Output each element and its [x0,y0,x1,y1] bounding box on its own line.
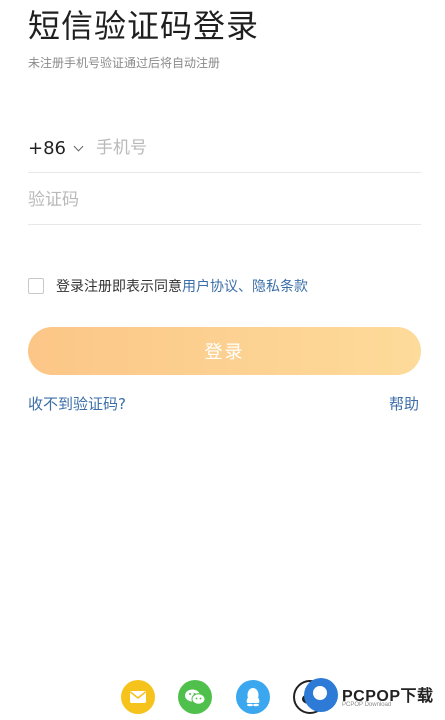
pcpop-watermark: PCPOP下载 PCPOP Download [300,676,445,720]
help-link[interactable]: 帮助 [389,393,419,414]
chevron-down-icon [73,141,84,151]
page-title: 短信验证码登录 [28,7,260,45]
agreement-separator: 、 [238,279,252,295]
qq-icon [246,688,260,707]
verification-code-input[interactable] [28,190,421,210]
privacy-policy-link[interactable]: 隐私条款 [252,276,308,296]
country-code-label: +86 [28,137,66,159]
qq-login-button[interactable] [236,680,270,714]
phone-row: +86 [28,124,421,173]
no-code-link[interactable]: 收不到验证码? [28,393,126,414]
country-code-selector[interactable]: +86 [28,137,84,159]
agreement-row: 登录注册即表示同意 用户协议 、 隐私条款 [28,276,308,296]
wechat-icon [185,689,206,705]
login-button[interactable]: 登录 [28,327,421,375]
code-row [28,176,421,225]
watermark-sub: PCPOP Download [342,702,392,708]
agreement-prefix: 登录注册即表示同意 [56,279,182,295]
mail-icon [130,691,146,703]
user-agreement-link[interactable]: 用户协议 [182,276,238,296]
pcpop-logo-icon [304,678,338,712]
page-subtitle: 未注册手机号验证通过后将自动注册 [28,56,221,70]
wechat-login-button[interactable] [178,680,212,714]
agreement-checkbox[interactable] [28,278,44,294]
phone-input[interactable] [96,138,421,158]
mail-login-button[interactable] [121,680,155,714]
